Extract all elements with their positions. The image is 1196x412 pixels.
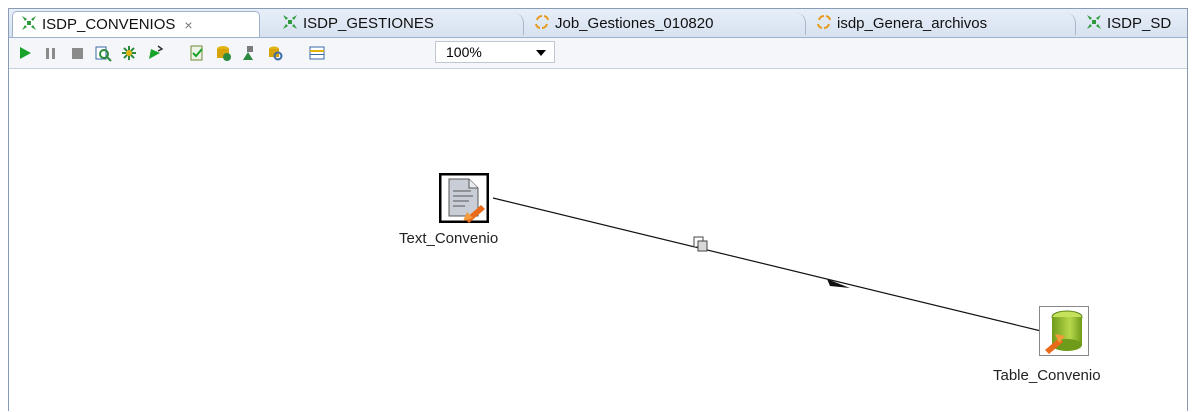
transformation-canvas[interactable]: Text_Convenio Table_Convenio	[9, 69, 1187, 412]
job-icon	[534, 14, 550, 34]
tab-isdp-sd[interactable]: ISDP_SD	[1078, 11, 1188, 36]
hop-layer	[492, 197, 1042, 332]
transformation-icon	[1086, 14, 1102, 34]
tab-label: ISDP_GESTIONES	[303, 15, 434, 32]
step-text-convenio[interactable]	[438, 172, 490, 224]
tab-label: ISDP_CONVENIOS	[42, 16, 176, 33]
show-results-icon[interactable]	[307, 43, 327, 63]
close-icon[interactable]: ×	[184, 17, 192, 33]
chevron-down-icon[interactable]	[536, 50, 546, 56]
tab-bar: ISDP_CONVENIOS × ISDP_GESTIONES Job_Gest…	[9, 9, 1187, 38]
zoom-select[interactable]: 100%	[435, 41, 555, 63]
step-label-table-convenio: Table_Convenio	[993, 367, 1101, 384]
step-label-text-convenio: Text_Convenio	[399, 230, 499, 247]
job-icon	[816, 14, 832, 34]
explore-db-icon[interactable]	[265, 43, 285, 63]
zoom-value: 100%	[446, 44, 482, 60]
tab-label: isdp_Genera_archivos	[837, 15, 988, 32]
text-file-input-icon	[438, 172, 490, 224]
replay-icon[interactable]	[145, 43, 165, 63]
transformation-icon	[282, 14, 298, 34]
verify-icon[interactable]	[187, 43, 207, 63]
transformation-icon	[21, 15, 37, 35]
run-icon[interactable]	[15, 43, 35, 63]
transformation-editor: ISDP_CONVENIOS × ISDP_GESTIONES Job_Gest…	[8, 8, 1188, 412]
tab-label: Job_Gestiones_010820	[555, 15, 714, 32]
hop-line[interactable]	[492, 197, 1042, 332]
tab-isdp-convenios[interactable]: ISDP_CONVENIOS ×	[12, 11, 260, 37]
pause-icon[interactable]	[41, 43, 61, 63]
tab-job-gestiones[interactable]: Job_Gestiones_010820	[526, 11, 796, 36]
tab-isdp-genera-archivos[interactable]: isdp_Genera_archivos	[808, 11, 1068, 36]
table-output-icon	[1039, 306, 1089, 356]
tab-isdp-gestiones[interactable]: ISDP_GESTIONES	[274, 11, 514, 36]
tab-label: ISDP_SD	[1107, 15, 1172, 32]
stop-icon[interactable]	[67, 43, 87, 63]
copy-rows-icon[interactable]	[693, 236, 708, 252]
preview-icon[interactable]	[93, 43, 113, 63]
toolbar: 100%	[9, 38, 1187, 69]
step-table-convenio[interactable]	[1039, 306, 1089, 356]
sql-icon[interactable]	[239, 43, 259, 63]
impact-icon[interactable]	[213, 43, 233, 63]
debug-icon[interactable]	[119, 43, 139, 63]
